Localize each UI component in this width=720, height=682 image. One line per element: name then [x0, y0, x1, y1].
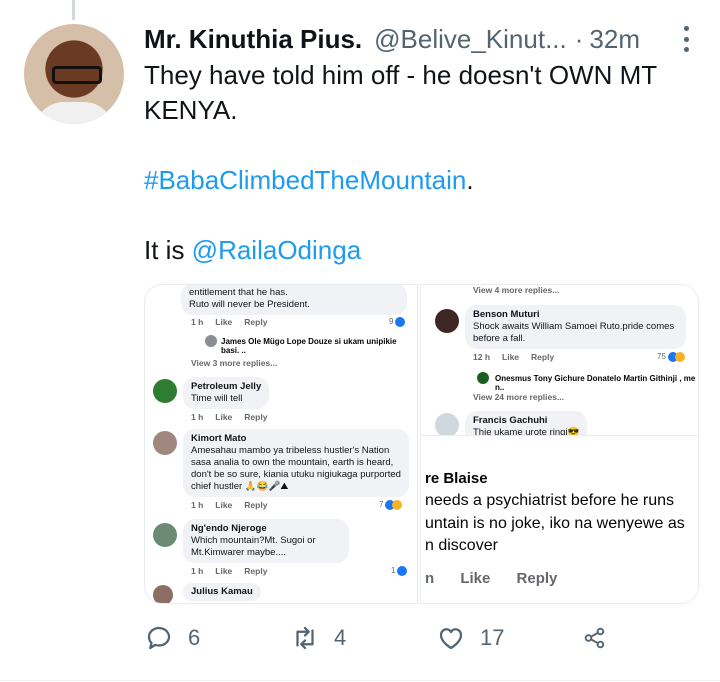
- comment-1-bubble: Benson Muturi Shock awaits William Samoei…: [465, 305, 686, 349]
- share-icon: [584, 627, 605, 649]
- comment-4-reactions: 1: [391, 566, 408, 576]
- reply-count: 6: [188, 625, 201, 650]
- more-options-icon[interactable]: [684, 26, 690, 52]
- comment-3-reactions: 7: [379, 500, 403, 510]
- tweet-line-2: #BabaClimbedTheMountain.: [144, 163, 704, 198]
- commenter-avatar: [153, 431, 177, 455]
- zoomed-comment-crop: re Blaise needs a psychiatrist before he…: [421, 435, 698, 603]
- author-name[interactable]: Mr. Kinuthia Pius.: [144, 24, 362, 55]
- retweet-count: 4: [334, 625, 347, 650]
- timestamp[interactable]: 32m: [589, 24, 640, 55]
- mention-link[interactable]: @RailaOdinga: [192, 235, 361, 265]
- comment-1-meta: 1 h Like Reply: [191, 317, 268, 327]
- thread-connector-line: [72, 0, 75, 20]
- attached-image-left[interactable]: entitlement that he has. Ruto will never…: [144, 284, 418, 604]
- hashtag-suffix: .: [466, 165, 474, 195]
- hashtag-link[interactable]: #BabaClimbedTheMountain: [144, 165, 466, 195]
- view-more-replies-top: View 4 more replies...: [473, 285, 560, 295]
- share-button[interactable]: [582, 620, 622, 656]
- zoomed-commenter-name: re Blaise: [425, 470, 488, 487]
- like-button[interactable]: 17: [436, 620, 582, 656]
- tweet-line-3: It is @RailaOdinga: [144, 233, 704, 268]
- avatar[interactable]: [24, 24, 124, 124]
- heart-icon: [439, 628, 463, 650]
- top-comment-line1: entitlement that he has.: [189, 287, 288, 298]
- comment-4-bubble: Ng'endo Njeroge Which mountain?Mt. Sugoi …: [183, 519, 349, 563]
- commenter-avatar: [435, 309, 459, 333]
- reply-avatar: [205, 335, 217, 347]
- commenter-avatar: [153, 523, 177, 547]
- reply-preview: James Ole Mügo Lope Douze si ukam unipik…: [221, 337, 397, 355]
- reply-icon: [147, 626, 171, 650]
- comment-5-bubble: Julius Kamau: [183, 583, 261, 601]
- attached-image-right[interactable]: View 4 more replies... Benson Muturi Shoc…: [420, 284, 699, 604]
- tweet-action-bar: 6 4 17: [144, 620, 624, 656]
- view-more-replies: View 24 more replies...: [473, 392, 565, 402]
- divider: [0, 680, 720, 681]
- comment-4-meta: 1 h Like Reply: [191, 566, 268, 576]
- comment-1-reactions: 75: [657, 352, 685, 362]
- comment-3-bubble: Kimort Mato Amesahau mambo ya tribeless h…: [183, 429, 409, 497]
- zoomed-meta: n Like Reply: [425, 570, 558, 587]
- zoomed-line-1: needs a psychiatrist before he runs: [425, 492, 675, 509]
- avatar-shirt: [34, 102, 114, 124]
- zoomed-line-2: untain is no joke, iko na wenyewe as: [425, 515, 685, 532]
- retweet-icon: [296, 626, 314, 650]
- tweet-line-1: They have told him off - he doesn't OWN …: [144, 60, 657, 125]
- commenter-avatar: [435, 413, 459, 437]
- reply-preview: Onesmus Tony Gichure Donatelo Martin Git…: [495, 374, 696, 392]
- view-more-replies: View 3 more replies...: [191, 358, 278, 368]
- commenter-avatar: [153, 585, 173, 603]
- line3-prefix: It is: [144, 235, 192, 265]
- top-comment-bubble: entitlement that he has. Ruto will never…: [181, 285, 407, 315]
- author-handle[interactable]: @Belive_Kinut...: [374, 24, 567, 55]
- reply-avatar: [477, 372, 489, 384]
- zoomed-line-3: n discover: [425, 537, 498, 554]
- retweet-button[interactable]: 4: [290, 620, 436, 656]
- comment-2-meta: 1 h Like Reply: [191, 412, 268, 422]
- comment-2-bubble: Petroleum Jelly Time will tell: [183, 377, 270, 409]
- like-count: 17: [480, 625, 505, 650]
- reply-button[interactable]: 6: [144, 620, 290, 656]
- top-comment-line2: Ruto will never be President.: [189, 299, 310, 310]
- comment-1-reactions: 9: [389, 317, 406, 327]
- tweet-text: They have told him off - he doesn't OWN …: [144, 58, 704, 268]
- comment-1-meta: 12 h Like Reply: [473, 352, 555, 362]
- avatar-glasses: [52, 66, 102, 84]
- separator-dot: ·: [574, 23, 584, 54]
- tweet-header: Mr. Kinuthia Pius. @Belive_Kinut... · 32…: [144, 22, 690, 56]
- commenter-avatar: [153, 379, 177, 403]
- comment-3-meta: 1 h Like Reply: [191, 500, 268, 510]
